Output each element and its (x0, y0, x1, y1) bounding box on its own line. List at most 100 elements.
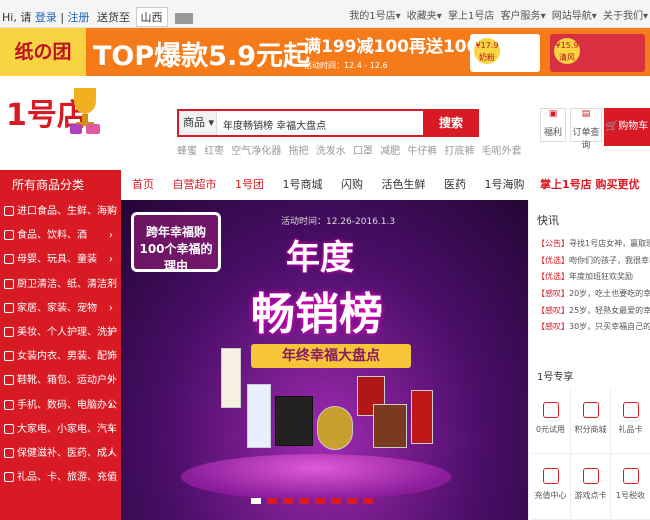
top-links: 我的1号店▾ 收藏夹▾ 掌上1号店 客户服务▾ 网站导航▾ 关于我们▾ (349, 11, 648, 22)
cart-button[interactable]: 🛒购物车 (604, 108, 650, 146)
hot-keyword[interactable]: 洗发水 (316, 146, 346, 157)
deliver-label: 送货至 (97, 11, 131, 24)
nav-supermarket[interactable]: 自营超市 (173, 170, 217, 200)
all-categories[interactable]: 所有商品分类 (0, 170, 121, 200)
carousel-dot[interactable] (283, 498, 293, 504)
category-item[interactable]: 手机、数码、电脑办公 › (0, 394, 121, 418)
search-category-select[interactable]: 商品 ▾ (179, 111, 217, 135)
hero-title-main: 畅销榜 (251, 289, 383, 340)
hot-keyword[interactable]: 红枣 (204, 146, 224, 157)
top-link-my-account[interactable]: 我的1号店 (349, 11, 395, 22)
carousel-dot[interactable] (299, 498, 309, 504)
welfare-button[interactable]: ▣ 福利 (540, 108, 566, 142)
category-item[interactable]: 礼品、卡、旅游、充值 › (0, 466, 121, 490)
nav-tuan[interactable]: 1号团 (235, 170, 264, 200)
order-query-button[interactable]: ▤ 订单查询 (570, 108, 602, 151)
category-item[interactable]: 鞋靴、箱包、运动户外 › (0, 369, 121, 393)
hot-keywords: 蜂蜜 红枣 空气净化器 拖把 洗发水 口罩 减肥 牛仔裤 打底裤 毛呢外套 (177, 142, 526, 157)
news-item[interactable]: 【优选】年度加班狂欢奖励 (537, 269, 650, 286)
points-icon (582, 402, 599, 418)
category-item[interactable]: 美妆、个人护理、洗护 › (0, 321, 121, 345)
category-icon (4, 302, 14, 313)
search-input[interactable]: 年度畅销榜 幸福大盘点 (223, 117, 326, 132)
hot-keyword[interactable]: 牛仔裤 (407, 146, 437, 157)
top-link-service[interactable]: 客户服务 (501, 11, 541, 22)
top-link-favorites[interactable]: 收藏夹 (407, 11, 437, 22)
hero-carousel[interactable]: 跨年幸福购 100个幸福的理由 活动时间：12.26-2016.1.3 年度 畅… (121, 200, 528, 520)
top-bar: Hi, 请 登录 | 注册 送货至 山西 我的1号店▾ 收藏夹▾ 掌上1号店 客… (0, 0, 650, 28)
register-link[interactable]: 注册 (68, 11, 90, 24)
service-recharge[interactable]: 充值中心 (531, 454, 571, 520)
service-gift-card[interactable]: 礼品卡 (611, 388, 650, 454)
promo-product-tissue[interactable]: ¥15.9 清风 (550, 34, 645, 72)
category-icon (4, 375, 14, 386)
carousel-dot[interactable] (267, 498, 277, 504)
category-icon (4, 351, 14, 362)
hot-keyword[interactable]: 蜂蜜 (177, 146, 197, 157)
category-item[interactable]: 进口食品、生鲜、海购 › (0, 200, 121, 224)
gift-badge: 跨年幸福购 100个幸福的理由 (131, 212, 221, 273)
product-image (221, 348, 241, 408)
greeting: Hi, 请 (2, 11, 32, 24)
nav-medicine[interactable]: 医药 (444, 170, 466, 200)
nav-home[interactable]: 首页 (132, 170, 154, 200)
category-icon (4, 206, 14, 216)
hot-keyword[interactable]: 打底裤 (445, 146, 475, 157)
category-item[interactable]: 保健滋补、医药、成人 › (0, 442, 121, 466)
category-item[interactable]: 女装内衣、男装、配饰 › (0, 345, 121, 369)
carousel-dots (251, 493, 379, 507)
hot-keyword[interactable]: 拖把 (289, 146, 309, 157)
nav-mall[interactable]: 1号商城 (283, 170, 323, 200)
carousel-dot[interactable] (251, 498, 261, 504)
promo-product-milk[interactable]: ¥17.9 奶粉 (470, 34, 540, 72)
product-image (275, 396, 313, 446)
category-icon (4, 254, 14, 265)
location-select[interactable]: 山西 (135, 7, 168, 27)
carousel-dot[interactable] (331, 498, 341, 504)
category-item[interactable]: 大家电、小家电、汽车 › (0, 418, 121, 442)
app-ad[interactable]: 掌上1号店 购买更优惠 (540, 170, 650, 221)
login-link[interactable]: 登录 (35, 11, 57, 24)
category-item[interactable]: 食品、饮料、酒 › (0, 224, 121, 248)
right-panel: 快讯 【公告】寻找1号店女神，赢取现金大奖 【优选】吻你们的孩子，我很幸福 【优… (528, 200, 650, 520)
cart-icon: 🛒 (605, 121, 619, 132)
news-title: 快讯 (537, 214, 559, 227)
service-free-trial[interactable]: 0元试用 (531, 388, 571, 454)
news-item[interactable]: 【感叹】25岁，轻熟女最爱的幸福 (537, 303, 650, 320)
carousel-dot[interactable] (363, 498, 373, 504)
category-icon (4, 230, 14, 241)
hot-keyword[interactable]: 毛呢外套 (482, 146, 522, 157)
truck-icon (175, 12, 194, 24)
top-link-mobile[interactable]: 掌上1号店 (448, 11, 494, 22)
hot-keyword[interactable]: 减肥 (380, 146, 400, 157)
category-item[interactable]: 厨卫清洁、纸、清洁剂 › (0, 273, 121, 297)
news-item[interactable]: 【公告】寻找1号店女神，赢取现金大奖 (537, 236, 650, 253)
news-item[interactable]: 【感叹】20岁，吃土也要吃的幸福 (537, 286, 650, 303)
carousel-dot[interactable] (315, 498, 325, 504)
top-link-about[interactable]: 关于我们 (603, 11, 643, 22)
category-icon (4, 399, 14, 410)
trial-icon (542, 402, 559, 418)
promo-banner[interactable]: 纸の团 TOP爆款5.9元起 满199减100再送100券 活动时间：12.4 … (0, 28, 650, 76)
hot-keyword[interactable]: 空气净化器 (231, 146, 281, 157)
promo-offer: 满199减100再送100券 (304, 37, 496, 57)
category-item[interactable]: 家居、家装、宠物 › (0, 297, 121, 321)
promo-headline: TOP爆款5.9元起 (93, 41, 310, 72)
nav-fresh[interactable]: 活色生鲜 (382, 170, 426, 200)
service-tax[interactable]: 1号税收 (611, 454, 650, 520)
gift-card-icon (622, 402, 639, 418)
nav-flash[interactable]: 闪购 (341, 170, 363, 200)
service-points-mall[interactable]: 积分商城 (571, 388, 611, 454)
trophy-icon (70, 88, 100, 134)
hero-ribbon: 年终幸福大盘点 (251, 344, 411, 368)
service-game-card[interactable]: 游戏点卡 (571, 454, 611, 520)
hot-keyword[interactable]: 口罩 (353, 146, 373, 157)
search-button[interactable]: 搜索 (423, 109, 479, 137)
news-item[interactable]: 【感叹】30岁，只买幸福自己的好货 (537, 319, 650, 336)
news-item[interactable]: 【优选】吻你们的孩子，我很幸福 (537, 253, 650, 270)
top-link-sitemap[interactable]: 网站导航 (552, 11, 592, 22)
nav-global[interactable]: 1号海购 (485, 170, 525, 200)
category-item[interactable]: 母婴、玩具、童装 › (0, 248, 121, 272)
carousel-dot[interactable] (347, 498, 357, 504)
category-icon (4, 423, 14, 434)
